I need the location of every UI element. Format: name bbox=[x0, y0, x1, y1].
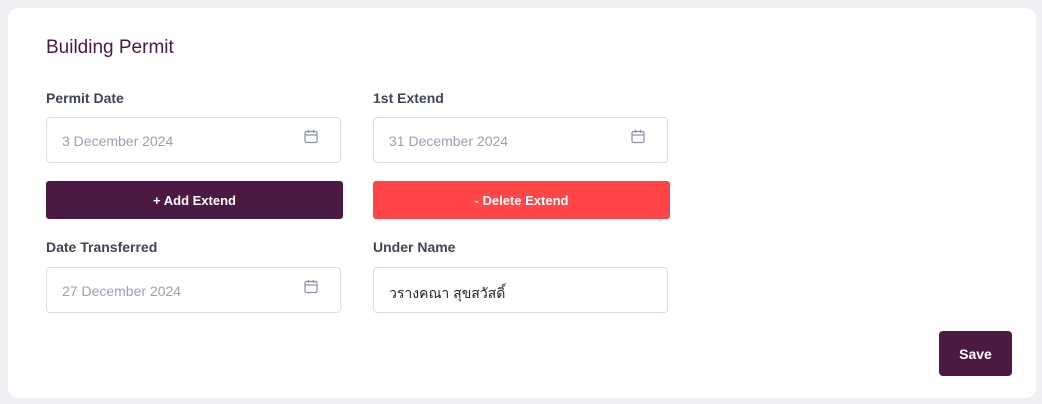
add-extend-button[interactable]: + Add Extend bbox=[46, 181, 343, 219]
calendar-icon[interactable] bbox=[631, 129, 645, 144]
date-transferred-field[interactable]: 27 December 2024 bbox=[46, 267, 341, 313]
permit-date-label: Permit Date bbox=[46, 90, 124, 106]
permit-date-value: 3 December 2024 bbox=[62, 133, 174, 149]
section-title: Building Permit bbox=[46, 37, 174, 58]
first-extend-value: 31 December 2024 bbox=[389, 133, 509, 149]
first-extend-label: 1st Extend bbox=[373, 90, 444, 106]
building-permit-card: Building Permit Permit Date 3 December 2… bbox=[8, 8, 1036, 398]
date-transferred-label: Date Transferred bbox=[46, 239, 158, 255]
first-extend-field[interactable]: 31 December 2024 bbox=[373, 117, 668, 163]
under-name-input[interactable]: วรางคณา สุขสวัสดิ์ bbox=[373, 267, 668, 313]
under-name-label: Under Name bbox=[373, 239, 456, 255]
under-name-value: วรางคณา สุขสวัสดิ์ bbox=[389, 285, 506, 301]
permit-date-field[interactable]: 3 December 2024 bbox=[46, 117, 341, 163]
calendar-icon[interactable] bbox=[304, 279, 318, 294]
date-transferred-value: 27 December 2024 bbox=[62, 283, 182, 299]
calendar-icon[interactable] bbox=[304, 129, 318, 144]
save-button[interactable]: Save bbox=[939, 331, 1012, 376]
delete-extend-button[interactable]: - Delete Extend bbox=[373, 181, 670, 219]
